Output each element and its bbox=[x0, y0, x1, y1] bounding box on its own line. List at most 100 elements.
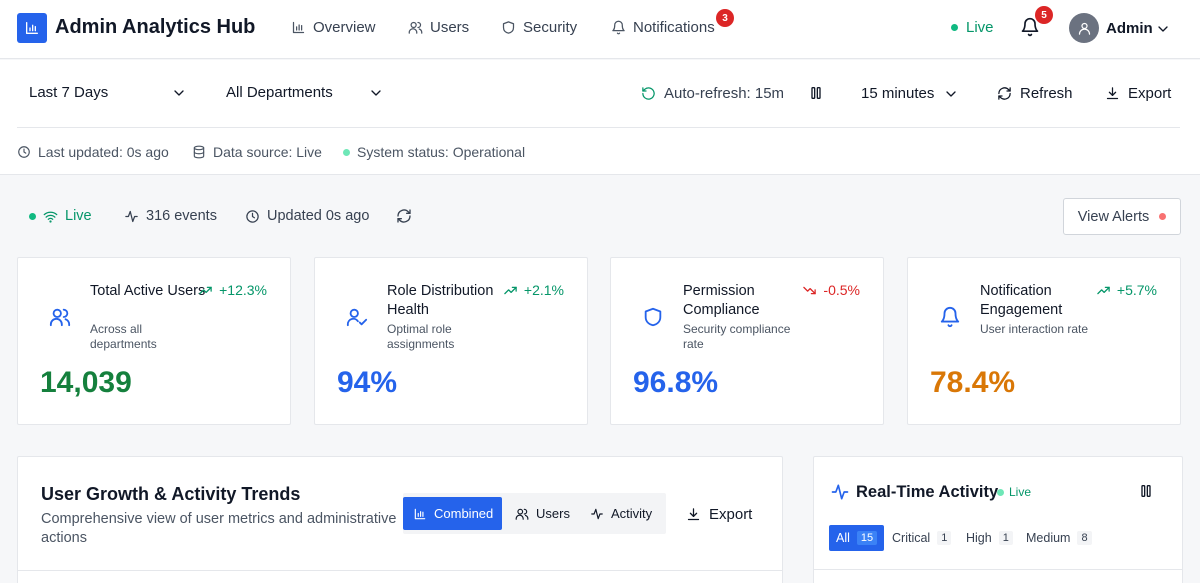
tab-combined-label: Combined bbox=[434, 506, 494, 521]
realtime-live-indicator: Live bbox=[997, 485, 1031, 499]
clock-icon bbox=[17, 145, 31, 159]
kpi-delta: -0.5% bbox=[802, 282, 860, 298]
realtime-activity-panel: Real-Time Activity Live All 15 Critical … bbox=[813, 456, 1183, 583]
chip-count: 1 bbox=[937, 531, 952, 545]
view-alerts-label: View Alerts bbox=[1077, 208, 1150, 225]
trending-up-icon bbox=[1096, 283, 1111, 298]
chart-export-label: Export bbox=[709, 506, 753, 523]
kpi-card-permission-compliance[interactable]: Permission Compliance Security complianc… bbox=[610, 257, 884, 425]
kpi-delta-value: -0.5% bbox=[823, 282, 860, 298]
clock-icon bbox=[245, 209, 260, 224]
filter-divider bbox=[17, 127, 1180, 128]
kpi-value: 14,039 bbox=[40, 366, 132, 399]
chart-export-button[interactable]: Export bbox=[686, 506, 752, 523]
export-button[interactable]: Export bbox=[1105, 85, 1171, 102]
live-strip-label: Live bbox=[65, 208, 92, 224]
kpi-title: Permission Compliance bbox=[683, 283, 760, 318]
kpi-title: Total Active Users bbox=[90, 283, 206, 299]
department-select[interactable]: All Departments bbox=[226, 84, 383, 101]
refresh-label: Refresh bbox=[1020, 85, 1073, 102]
kpi-value: 96.8% bbox=[633, 366, 719, 399]
nav-security-label: Security bbox=[523, 19, 578, 36]
kpi-value: 94% bbox=[337, 366, 398, 399]
chip-label: Critical bbox=[892, 531, 931, 545]
activity-icon bbox=[830, 482, 850, 502]
nav-users-label: Users bbox=[430, 19, 470, 36]
alert-dot bbox=[1159, 213, 1167, 220]
filter-chip-medium[interactable]: Medium 8 bbox=[1019, 525, 1099, 551]
download-icon bbox=[686, 507, 701, 522]
chart-view-toggle: Combined Users Activity bbox=[403, 493, 666, 534]
chip-count: 1 bbox=[998, 531, 1013, 545]
events-label: 316 events bbox=[146, 208, 217, 224]
chevron-down-icon bbox=[171, 85, 187, 101]
kpi-card-active-users[interactable]: Total Active Users Across all department… bbox=[17, 257, 291, 425]
users-icon bbox=[49, 306, 71, 328]
refresh-interval-value: 15 minutes bbox=[861, 85, 935, 102]
nav-overview-label: Overview bbox=[313, 19, 376, 36]
filter-chip-all[interactable]: All 15 bbox=[829, 525, 885, 551]
nav-security[interactable]: Security bbox=[501, 19, 577, 36]
user-menu-label[interactable]: Admin bbox=[1106, 20, 1153, 37]
filter-chip-high[interactable]: High 1 bbox=[959, 525, 1020, 551]
live-label: Live bbox=[966, 19, 994, 36]
live-dot bbox=[951, 24, 958, 31]
users-icon bbox=[515, 507, 529, 521]
auto-refresh-label: Auto-refresh: 15m bbox=[664, 85, 785, 102]
system-status-label: System status: Operational bbox=[357, 144, 526, 160]
chip-label: All bbox=[836, 531, 850, 545]
refresh-interval-select[interactable]: 15 minutes bbox=[861, 85, 961, 102]
live-dot bbox=[29, 212, 36, 220]
live-dot bbox=[997, 488, 1004, 496]
view-alerts-button[interactable]: View Alerts bbox=[1063, 198, 1181, 235]
auto-refresh-indicator: Auto-refresh: 15m bbox=[641, 85, 784, 102]
refresh-icon[interactable] bbox=[396, 208, 412, 224]
live-status-indicator: Live bbox=[951, 19, 994, 36]
tab-activity-label: Activity bbox=[611, 506, 653, 521]
top-navbar: Admin Analytics Hub Overview Users Secur… bbox=[0, 0, 1200, 59]
nav-notifications[interactable]: Notifications bbox=[611, 19, 715, 36]
live-strip-indicator: Live bbox=[29, 208, 92, 224]
panel-subtitle: Comprehensive view of user metrics and a… bbox=[41, 511, 397, 546]
pause-icon[interactable] bbox=[808, 85, 824, 101]
bell-count-badge: 5 bbox=[1035, 6, 1053, 24]
kpi-card-role-distribution[interactable]: Role Distribution Health Optimal role as… bbox=[314, 257, 588, 425]
filter-bar: Last 7 Days All Departments Auto-refresh… bbox=[0, 60, 1200, 175]
tab-activity[interactable]: Activity bbox=[580, 497, 662, 530]
date-range-select[interactable]: Last 7 Days bbox=[29, 84, 186, 101]
filter-chip-critical[interactable]: Critical 1 bbox=[885, 525, 958, 551]
bar-chart-icon bbox=[413, 507, 427, 521]
avatar[interactable] bbox=[1069, 13, 1099, 43]
user-growth-panel: User Growth & Activity Trends Comprehens… bbox=[17, 456, 783, 583]
tab-combined[interactable]: Combined bbox=[403, 497, 502, 530]
kpi-delta: +12.3% bbox=[198, 282, 267, 298]
activity-icon bbox=[590, 507, 604, 521]
chip-label: Medium bbox=[1026, 531, 1071, 545]
nav-notifications-label: Notifications bbox=[633, 19, 715, 36]
app-title[interactable]: Admin Analytics Hub bbox=[55, 16, 255, 39]
nav-overview[interactable]: Overview bbox=[291, 19, 376, 36]
last-updated-label: Last updated: 0s ago bbox=[38, 144, 169, 160]
refresh-button[interactable]: Refresh bbox=[997, 85, 1073, 102]
updated-indicator: Updated 0s ago bbox=[245, 208, 369, 224]
tab-users[interactable]: Users bbox=[505, 497, 580, 530]
realtime-title: Real-Time Activity bbox=[856, 483, 999, 501]
nav-users[interactable]: Users bbox=[408, 19, 469, 36]
panel-title: User Growth & Activity Trends bbox=[41, 484, 301, 504]
updated-label: Updated 0s ago bbox=[267, 208, 370, 224]
department-value: All Departments bbox=[226, 84, 333, 101]
bell-icon bbox=[611, 20, 626, 35]
pause-icon[interactable] bbox=[1138, 483, 1154, 499]
kpi-subtitle: Across all departments bbox=[90, 322, 157, 351]
kpi-delta: +2.1% bbox=[503, 282, 564, 298]
chevron-down-icon[interactable] bbox=[1155, 21, 1171, 37]
kpi-card-notification-engagement[interactable]: Notification Engagement User interaction… bbox=[907, 257, 1181, 425]
chevron-down-icon bbox=[368, 85, 384, 101]
kpi-subtitle: Optimal role assignments bbox=[387, 322, 455, 351]
data-source-status: Data source: Live bbox=[192, 144, 322, 160]
kpi-value: 78.4% bbox=[930, 366, 1016, 399]
app-logo-icon[interactable] bbox=[17, 13, 47, 43]
chip-count: 15 bbox=[856, 531, 878, 545]
bar-chart-icon bbox=[291, 20, 306, 35]
bell-icon bbox=[939, 306, 961, 328]
